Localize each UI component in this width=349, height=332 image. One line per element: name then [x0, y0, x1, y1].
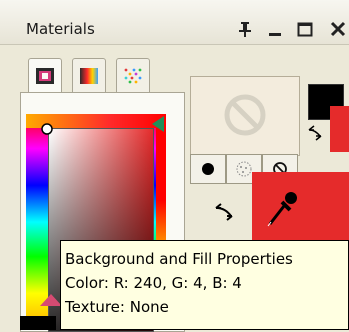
swap-colors-icon[interactable]: [212, 200, 236, 224]
frame-tab[interactable]: [28, 58, 62, 94]
tooltip-color: Color: R: 240, G: 4, B: 4: [65, 274, 242, 292]
filled-circle-icon: [202, 163, 214, 175]
pin-icon[interactable]: [234, 18, 256, 40]
swap-colors-icon-small[interactable]: [306, 124, 324, 142]
tooltip-title: Background and Fill Properties: [65, 250, 293, 268]
hue-marker-icon[interactable]: [150, 116, 164, 132]
swatches-tab[interactable]: [116, 58, 150, 94]
close-icon[interactable]: [327, 18, 349, 40]
hue-slider-marker-icon[interactable]: [40, 292, 62, 306]
eyedropper-icon[interactable]: [264, 186, 302, 228]
tooltip-texture: Texture: None: [65, 298, 169, 316]
minimize-icon[interactable]: [264, 18, 286, 40]
palette-title: Materials: [26, 20, 95, 38]
texture-circle-icon: [236, 161, 252, 177]
foreground-marker-icon[interactable]: [40, 122, 54, 136]
dots-swatches-icon: [124, 68, 142, 84]
no-symbol-icon: [224, 94, 266, 136]
rainbow-tab[interactable]: [72, 58, 106, 94]
frame-palette-icon: [36, 68, 54, 84]
solid-color-button[interactable]: [190, 154, 226, 184]
foreground-swatch-strip[interactable]: [20, 316, 56, 330]
maximize-icon[interactable]: [294, 18, 316, 40]
rainbow-icon: [80, 68, 98, 84]
background-swatch-top[interactable]: [330, 106, 349, 152]
background-fill-tooltip: Background and Fill Properties Color: R:…: [60, 240, 349, 330]
